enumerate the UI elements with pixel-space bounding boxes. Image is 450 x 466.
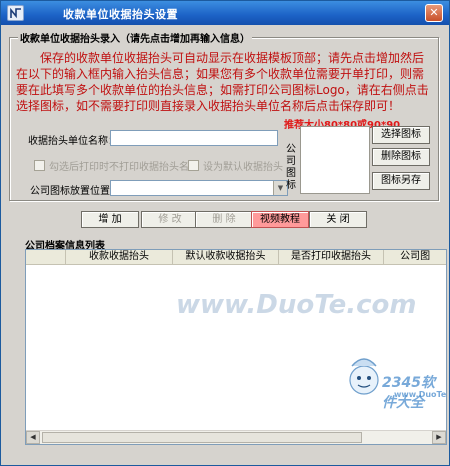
logo-vertical-label: 公司图标: [286, 144, 296, 191]
delete-logo-button[interactable]: 删除图标: [372, 148, 430, 166]
save-logo-as-button[interactable]: 图标另存: [372, 172, 430, 190]
name-input[interactable]: [110, 130, 278, 146]
column-header[interactable]: 收款收据抬头: [66, 250, 174, 265]
app-icon: [7, 5, 24, 21]
edit-button[interactable]: 修 改: [141, 211, 199, 228]
position-select[interactable]: ▼: [110, 180, 288, 196]
scrollbar-thumb[interactable]: [42, 432, 362, 443]
select-logo-button[interactable]: 选择图标: [372, 126, 430, 144]
column-header[interactable]: 是否打印收据抬头: [279, 250, 385, 265]
window-title: 收款单位收据抬头设置: [63, 8, 178, 21]
list-header: 收款收据抬头 默认收款收据抬头 是否打印收据抬头 公司图: [26, 250, 446, 265]
title-bar[interactable]: 收款单位收据抬头设置 ✕: [1, 1, 449, 25]
column-header[interactable]: 公司图: [384, 250, 446, 265]
chevron-down-icon[interactable]: ▼: [273, 181, 287, 195]
company-list[interactable]: 收款收据抬头 默认收款收据抬头 是否打印收据抬头 公司图 www.DuoTe.c…: [25, 249, 447, 445]
watermark-top: www.DuoTe.com: [176, 290, 417, 320]
column-header[interactable]: 默认收款收据抬头: [173, 250, 279, 265]
checkbox-box: [34, 160, 45, 171]
chevron-left-icon[interactable]: ◀: [26, 431, 40, 444]
no-print-title-label: 勾选后打印时不打印收据抬头名称: [49, 162, 199, 173]
watermark-brand-url: www.DuoTe.com: [394, 390, 447, 399]
position-label: 公司图标放置位置：: [30, 186, 120, 197]
checkbox-box: [188, 160, 199, 171]
column-header[interactable]: [26, 250, 66, 265]
close-window-button[interactable]: ✕: [425, 4, 443, 22]
video-tutorial-button[interactable]: 视频教程: [251, 211, 309, 228]
intro-text: 保存的收款单位收据抬头可自动显示在收据模板顶部；请先点击增加然后在以下的输入框内…: [16, 51, 429, 113]
horizontal-scrollbar[interactable]: ◀ ▶: [26, 430, 446, 444]
delete-button[interactable]: 删 除: [195, 211, 253, 228]
set-default-checkbox[interactable]: 设为默认收据抬头: [188, 158, 283, 173]
logo-preview: [300, 126, 370, 194]
chevron-right-icon[interactable]: ▶: [432, 431, 446, 444]
add-button[interactable]: 增 加: [81, 211, 139, 228]
no-print-title-checkbox[interactable]: 勾选后打印时不打印收据抬头名称: [34, 158, 199, 173]
close-button[interactable]: 关 闭: [309, 211, 367, 228]
entry-group-label: 收款单位收据抬头录入（请先点击增加再输入信息）: [18, 30, 252, 45]
entry-groupbox: 收款单位收据抬头录入（请先点击增加再输入信息） 保存的收款单位收据抬头可自动显示…: [9, 30, 439, 201]
dialog-window: 收款单位收据抬头设置 ✕ 收款单位收据抬头录入（请先点击增加再输入信息） 保存的…: [0, 0, 450, 466]
set-default-label: 设为默认收据抬头: [203, 162, 283, 173]
mascot-icon: [344, 354, 384, 401]
name-label: 收据抬头单位名称：: [28, 136, 118, 147]
